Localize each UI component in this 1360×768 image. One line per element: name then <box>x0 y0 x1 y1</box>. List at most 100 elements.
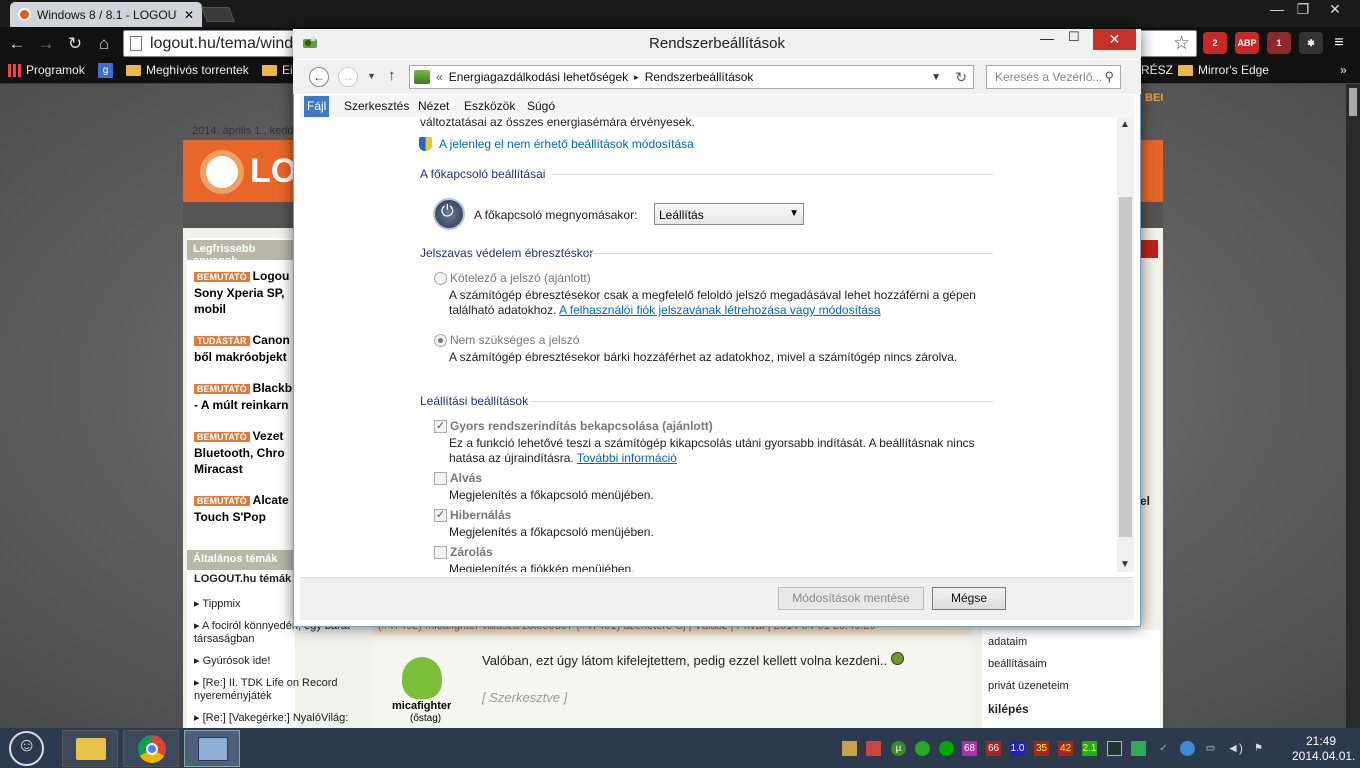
puzzle-extension-icon[interactable]: ✱ <box>1299 32 1323 54</box>
tab-close-icon[interactable]: ✕ <box>184 8 194 22</box>
lock-label[interactable]: Zárolás <box>450 545 493 559</box>
bookmark-mirrors-edge[interactable]: Mirror's Edge <box>1178 63 1269 77</box>
extension-icon[interactable]: 1 <box>1267 32 1291 54</box>
tray-temp-indicator[interactable]: 68 <box>962 741 977 756</box>
browser-restore-button[interactable]: ❐ <box>1288 0 1318 20</box>
breadcrumb-item[interactable]: Rendszerbeállítások <box>645 70 754 84</box>
menu-view[interactable]: Nézet <box>415 96 452 117</box>
fast-startup-label[interactable]: Gyors rendszerindítás bekapcsolása (aján… <box>450 419 713 433</box>
control-panel-taskbar-button[interactable] <box>184 730 240 767</box>
password-not-required-radio[interactable] <box>434 334 447 347</box>
bookmark-star-icon[interactable]: ☆ <box>1173 32 1190 55</box>
save-changes-button[interactable]: Módosítások mentése <box>778 587 924 610</box>
back-icon[interactable]: ← <box>6 33 28 55</box>
forward-arrow-icon[interactable]: → <box>338 67 358 87</box>
sleep-checkbox[interactable] <box>434 472 447 485</box>
control-panel-search-input[interactable]: Keresés a Vezérlő... ⚲ <box>986 65 1121 89</box>
menu-help[interactable]: Súgó <box>524 96 558 117</box>
news-item[interactable]: BEMUTATÓ Blackb - A múlt reinkarn <box>194 380 294 413</box>
news-item[interactable]: TUDÁSTÁR Canon ből makróobjekt <box>194 332 294 365</box>
more-info-link[interactable]: További információ <box>577 451 677 465</box>
bookmark-resz[interactable]: RÉSZ <box>1141 63 1173 77</box>
power-button-action-select[interactable]: Leállítás ▼ <box>654 203 804 225</box>
menu-tools[interactable]: Eszközök <box>461 96 518 117</box>
window-minimize-button[interactable]: — <box>1040 30 1060 46</box>
up-arrow-icon[interactable]: ↑ <box>388 67 396 84</box>
settings-scrollbar-thumb[interactable] <box>1119 197 1132 537</box>
bookmark-programok[interactable]: Programok <box>8 63 85 77</box>
security-icon[interactable]: ✓ <box>1156 741 1171 756</box>
more-bookmarks-icon[interactable]: » <box>1340 63 1347 77</box>
cancel-button[interactable]: Mégse <box>932 587 1006 610</box>
sleep-label[interactable]: Alvás <box>450 471 482 485</box>
tray-app-icon[interactable] <box>866 741 881 756</box>
news-item[interactable]: BEMUTATÓ Logou Sony Xperia SP, mobil <box>194 268 294 317</box>
change-unavailable-settings-link[interactable]: A jelenleg el nem érhető beállítások mód… <box>439 137 694 151</box>
tray-app-icon[interactable] <box>915 741 930 756</box>
breadcrumb-item[interactable]: Energiagazdálkodási lehetőségek <box>449 70 628 84</box>
refresh-icon[interactable]: ↻ <box>955 69 967 86</box>
network-icon[interactable]: ▭ <box>1203 741 1218 756</box>
page-scrollbar[interactable] <box>1346 84 1360 728</box>
tray-app-icon[interactable] <box>842 741 857 756</box>
recent-locations-icon[interactable]: ▼ <box>367 71 376 81</box>
browser-close-button[interactable]: ✕ <box>1320 0 1350 20</box>
hibernate-label[interactable]: Hibernálás <box>450 508 511 522</box>
window-maximize-button[interactable]: ☐ <box>1068 29 1088 45</box>
scroll-up-icon[interactable]: ▲ <box>1120 119 1130 130</box>
google-bookmark-icon[interactable]: g <box>98 63 113 78</box>
author-avatar[interactable] <box>402 657 442 699</box>
reload-icon[interactable]: ↻ <box>64 33 86 55</box>
breadcrumb[interactable]: « Energiagazdálkodási lehetőségek ▸ Rend… <box>409 65 974 89</box>
adblock-icon[interactable]: ABP <box>1235 32 1259 54</box>
forward-icon[interactable]: → <box>35 33 57 55</box>
extension-badge-icon[interactable]: 2 <box>1203 32 1227 54</box>
volume-icon[interactable]: ◄) <box>1227 741 1243 756</box>
tray-temp-indicator[interactable]: 42 <box>1058 741 1073 756</box>
file-explorer-taskbar-button[interactable] <box>62 730 118 767</box>
menu-icon[interactable]: ≡ <box>1327 32 1351 54</box>
bookmark-meghivos[interactable]: Meghívós torrentek <box>126 63 249 77</box>
utorrent-icon[interactable]: µ <box>891 741 906 756</box>
scroll-down-icon[interactable]: ▼ <box>1120 559 1130 570</box>
search-icon[interactable]: ⚲ <box>1104 69 1114 85</box>
logout-link[interactable]: kilépés <box>988 702 1029 716</box>
user-menu-link[interactable]: privát üzeneteim <box>988 680 1069 692</box>
breadcrumb-separator[interactable]: ▸ <box>634 72 639 83</box>
bookmark-e[interactable]: Ei <box>262 63 293 77</box>
tray-load-indicator[interactable]: 1.0 <box>1010 741 1025 756</box>
chrome-taskbar-button[interactable] <box>123 730 179 767</box>
back-arrow-icon[interactable]: ← <box>309 67 329 87</box>
start-button-icon[interactable]: ☺ <box>9 731 44 766</box>
home-icon[interactable]: ⌂ <box>93 33 115 55</box>
hibernate-checkbox[interactable]: ✓ <box>434 509 447 522</box>
news-item[interactable]: BEMUTATÓ Alcate Touch S'Pop <box>194 492 294 525</box>
tray-load-indicator[interactable]: 2.1 <box>1082 741 1097 756</box>
menu-edit[interactable]: Szerkesztés <box>341 96 412 117</box>
news-item[interactable]: BEMUTATÓ Vezet Bluetooth, Chro Miracast <box>194 428 294 477</box>
menu-file[interactable]: Fájl <box>304 96 330 117</box>
tray-temp-indicator[interactable]: 66 <box>986 741 1001 756</box>
settings-scrollbar[interactable]: ▲ ▼ <box>1117 117 1134 572</box>
window-close-button[interactable]: ✕ <box>1093 29 1136 50</box>
lock-checkbox[interactable] <box>434 546 447 559</box>
nvidia-icon[interactable] <box>1131 741 1146 756</box>
topic-link[interactable]: ▸ [Re:] II. TDK Life on Record nyeremény… <box>194 677 359 703</box>
topic-link[interactable]: ▸ [Re:] [Vakegérke:] NyalóVilág: <box>194 712 359 725</box>
tray-temp-indicator[interactable]: 35 <box>1034 741 1049 756</box>
password-required-label[interactable]: Kötelező a jelszó (ajánlott) <box>450 271 591 285</box>
author-name[interactable]: micafighter <box>392 700 451 712</box>
new-tab-button[interactable] <box>201 7 235 22</box>
action-center-flag-icon[interactable]: ⚑ <box>1251 741 1266 756</box>
site-logo-text[interactable]: LO <box>250 152 297 191</box>
cloud-icon[interactable] <box>1180 741 1195 756</box>
logout-logo-icon[interactable] <box>200 150 244 194</box>
account-password-link[interactable]: A felhasználói fiók jelszavának létrehoz… <box>559 303 881 317</box>
password-required-radio[interactable] <box>434 272 447 285</box>
browser-tab[interactable]: Windows 8 / 8.1 - LOGOUT ✕ <box>10 2 202 27</box>
topic-link[interactable]: ▸ Gyúrósok ide! <box>194 655 359 668</box>
chevron-down-icon[interactable]: ▼ <box>931 72 941 83</box>
tray-app-icon[interactable] <box>939 741 954 756</box>
activity-monitor-icon[interactable] <box>1107 741 1122 756</box>
user-menu-link[interactable]: adataim <box>988 636 1027 648</box>
